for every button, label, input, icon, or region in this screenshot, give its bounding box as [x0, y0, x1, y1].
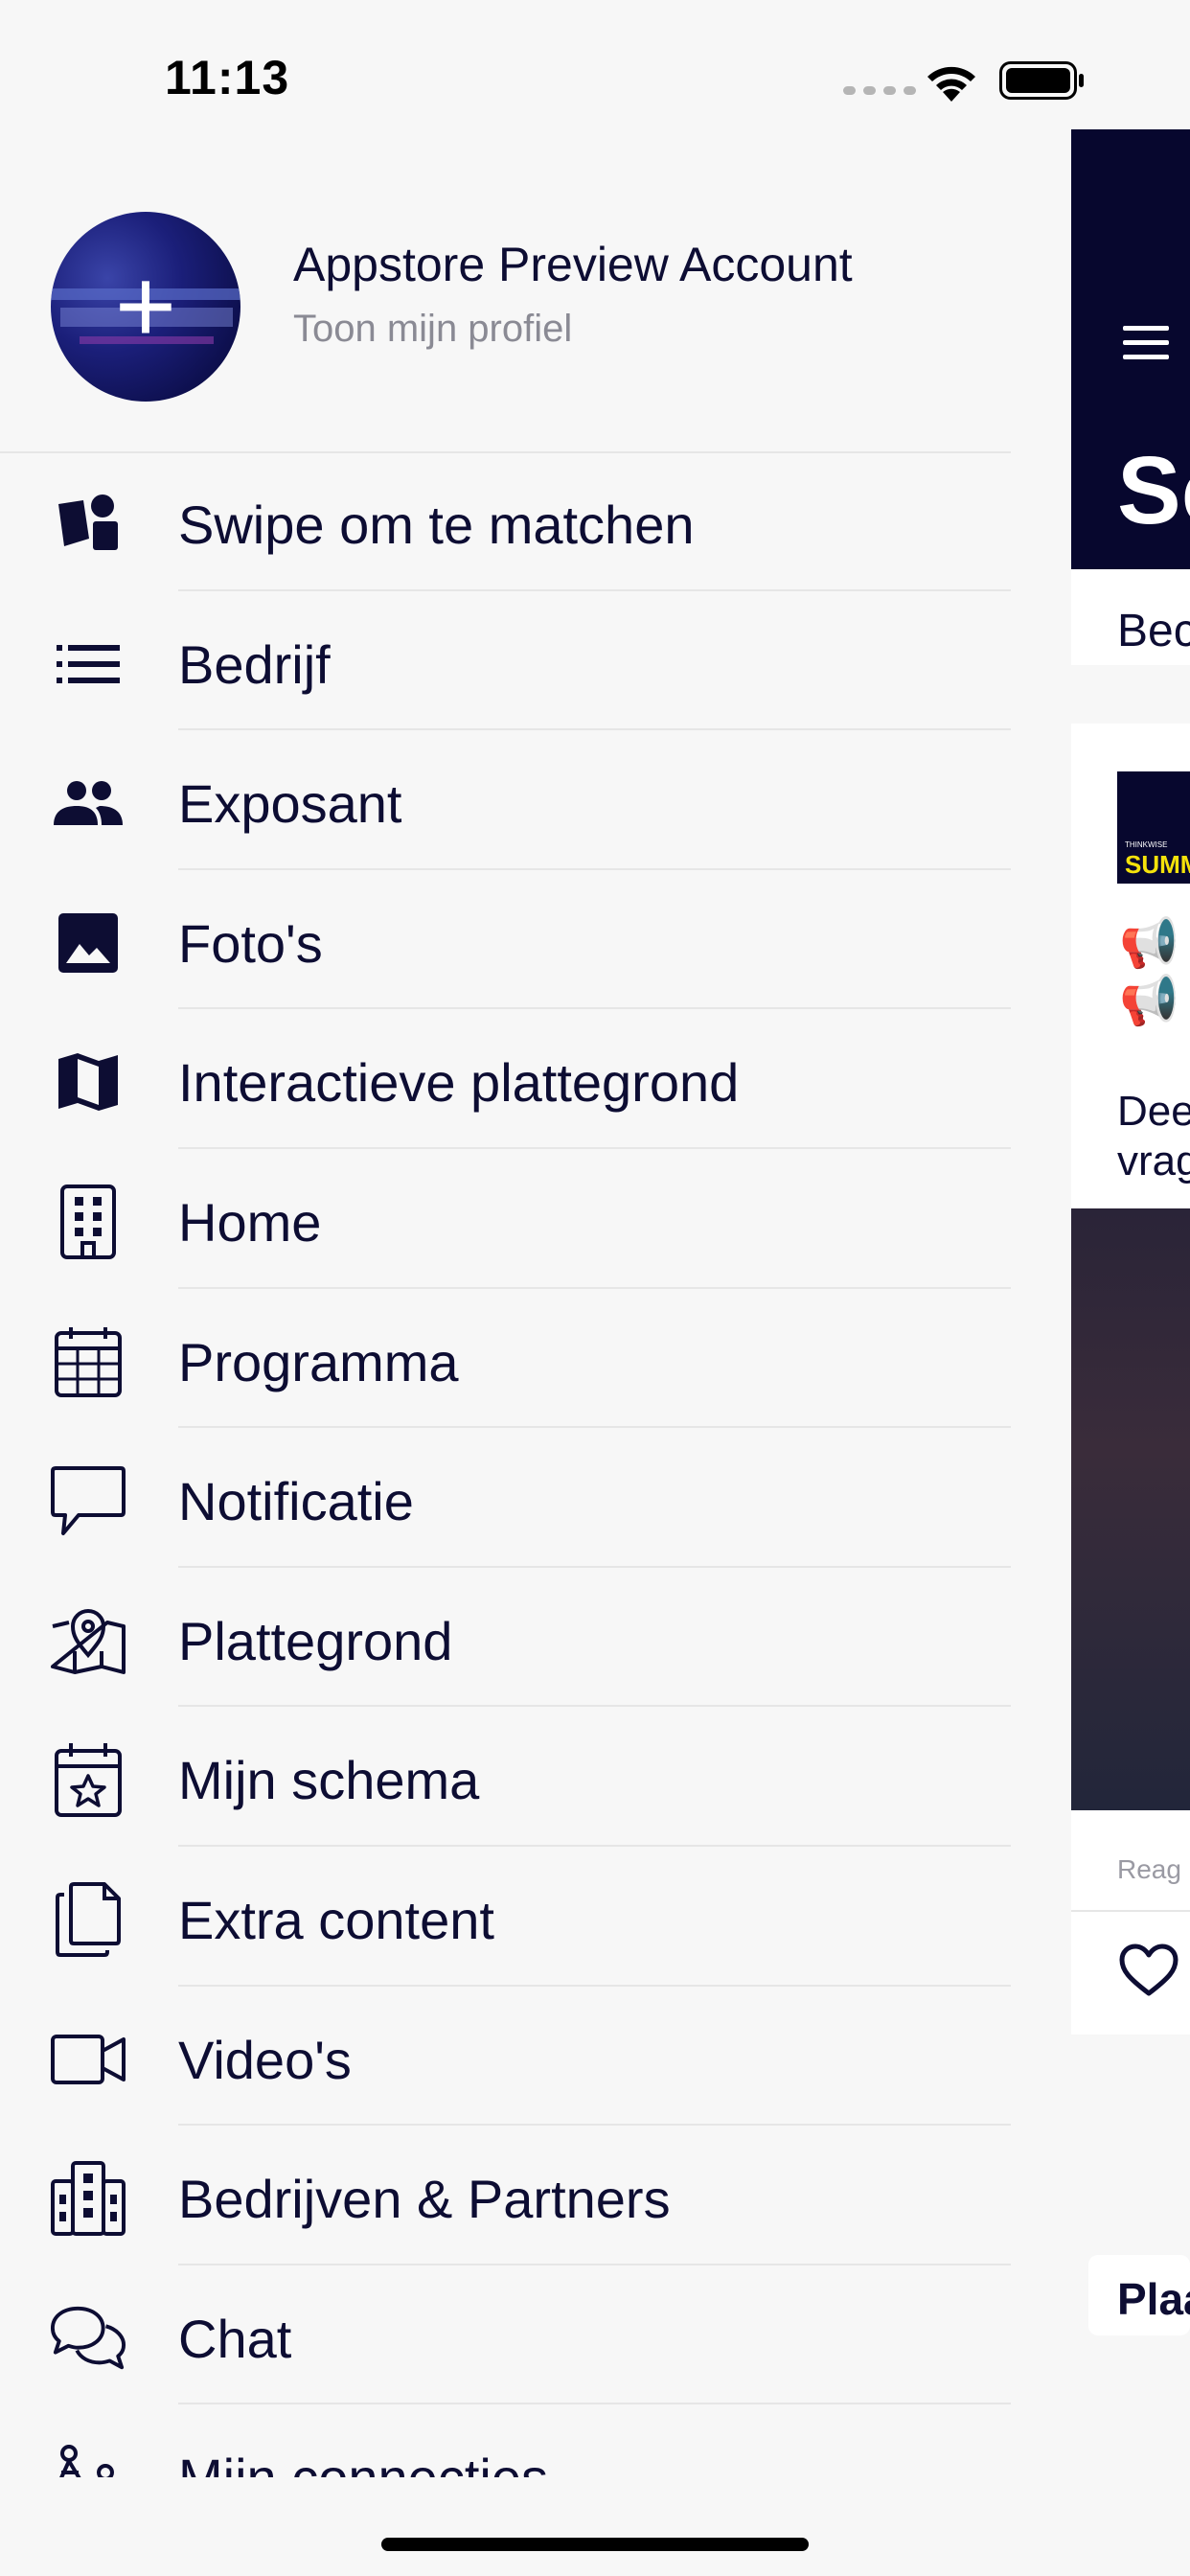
menu-item-label: Notificatie [178, 1471, 414, 1532]
menu-item-label: Programma [178, 1331, 459, 1392]
buildings-icon [50, 2160, 126, 2237]
background-page[interactable]: Sc Bec THINKWISE SUMM 📢 📢 Dee vrag Reag … [1071, 129, 1190, 2477]
image-icon [50, 905, 126, 981]
menu-item-swipe[interactable]: Swipe om te matchen [0, 451, 1011, 591]
heart-icon[interactable] [1119, 1944, 1179, 1997]
menu-item-label: Extra content [178, 1889, 494, 1950]
cellular-signal-icon [843, 86, 916, 95]
menu-item-extra-content[interactable]: Extra content [0, 1847, 1011, 1987]
menu-item-label: Swipe om te matchen [178, 494, 695, 555]
menu-item-notificatie[interactable]: Notificatie [0, 1428, 1011, 1568]
menu-item-label: Chat [178, 2308, 292, 2369]
post-text-line: vrag [1117, 1138, 1190, 1184]
menu-item-bedrijven-partners[interactable]: Bedrijven & Partners [0, 2126, 1011, 2266]
files-icon [50, 1881, 126, 1958]
menu-item-label: Exposant [178, 773, 402, 835]
building-icon [50, 1184, 126, 1260]
menu-list: Swipe om te matchen Bedrijf Exposant Fot… [0, 451, 1011, 2477]
avatar[interactable]: + [51, 212, 240, 402]
battery-icon [999, 61, 1084, 100]
video-icon [50, 2021, 126, 2098]
wifi-icon [927, 66, 975, 102]
map-icon [50, 1044, 126, 1120]
people-icon [50, 765, 126, 841]
comment-placeholder: Plaa [1117, 2274, 1190, 2324]
menu-item-label: Mijn connecties [178, 2447, 548, 2477]
menu-item-home[interactable]: Home [0, 1149, 1011, 1289]
chat-bubbles-icon [50, 2300, 126, 2377]
menu-item-label: Plattegrond [178, 1610, 453, 1671]
menu-item-label: Mijn schema [178, 1750, 480, 1811]
calendar-star-icon [50, 1741, 126, 1818]
menu-item-label: Home [178, 1191, 322, 1253]
menu-item-programma[interactable]: Programma [0, 1289, 1011, 1429]
menu-item-chat[interactable]: Chat [0, 2266, 1011, 2405]
chat-bubble-icon [50, 1462, 126, 1539]
menu-item-mijn-schema[interactable]: Mijn schema [0, 1707, 1011, 1847]
swipe-match-icon [50, 486, 126, 563]
menu-item-bedrijf[interactable]: Bedrijf [0, 591, 1011, 731]
menu-item-label: Bedrijven & Partners [178, 2169, 671, 2230]
menu-item-interactieve-plattegrond[interactable]: Interactieve plattegrond [0, 1009, 1011, 1149]
menu-item-label: Interactieve plattegrond [178, 1052, 740, 1114]
menu-item-exposant[interactable]: Exposant [0, 730, 1011, 870]
menu-item-label: Foto's [178, 912, 323, 974]
menu-item-label: Video's [178, 2029, 352, 2090]
react-count: Reag [1117, 1854, 1181, 1884]
post-author-thumbnail: THINKWISE SUMM [1117, 771, 1190, 884]
show-profile-link[interactable]: Toon mijn profiel [293, 308, 572, 351]
hamburger-menu-icon[interactable] [1123, 326, 1169, 369]
post-image[interactable] [1071, 1208, 1190, 1810]
status-bar: 11:13 [0, 0, 1190, 129]
list-icon [50, 626, 126, 702]
add-photo-icon: + [114, 247, 177, 365]
status-time: 11:13 [165, 51, 290, 104]
menu-item-videos[interactable]: Video's [0, 1987, 1011, 2127]
menu-item-fotos[interactable]: Foto's [0, 870, 1011, 1010]
megaphone-icon: 📢 [1119, 916, 1179, 970]
menu-item-plattegrond[interactable]: Plattegrond [0, 1568, 1011, 1708]
tab-label[interactable]: Bec [1117, 605, 1190, 657]
connections-icon [50, 2439, 126, 2477]
map-pin-icon [50, 1602, 126, 1679]
menu-item-mijn-connecties[interactable]: Mijn connecties [0, 2404, 1011, 2477]
calendar-grid-icon [50, 1323, 126, 1400]
navigation-drawer: + Appstore Preview Account Toon mijn pro… [0, 129, 1011, 2477]
profile-header[interactable]: + Appstore Preview Account Toon mijn pro… [0, 129, 1011, 453]
post-text-line: Dee [1117, 1088, 1190, 1135]
menu-item-label: Bedrijf [178, 633, 331, 695]
home-indicator[interactable] [381, 2538, 809, 2551]
megaphone-icon: 📢 [1119, 974, 1179, 1027]
profile-name: Appstore Preview Account [293, 238, 853, 291]
page-title: Sc [1117, 437, 1190, 544]
